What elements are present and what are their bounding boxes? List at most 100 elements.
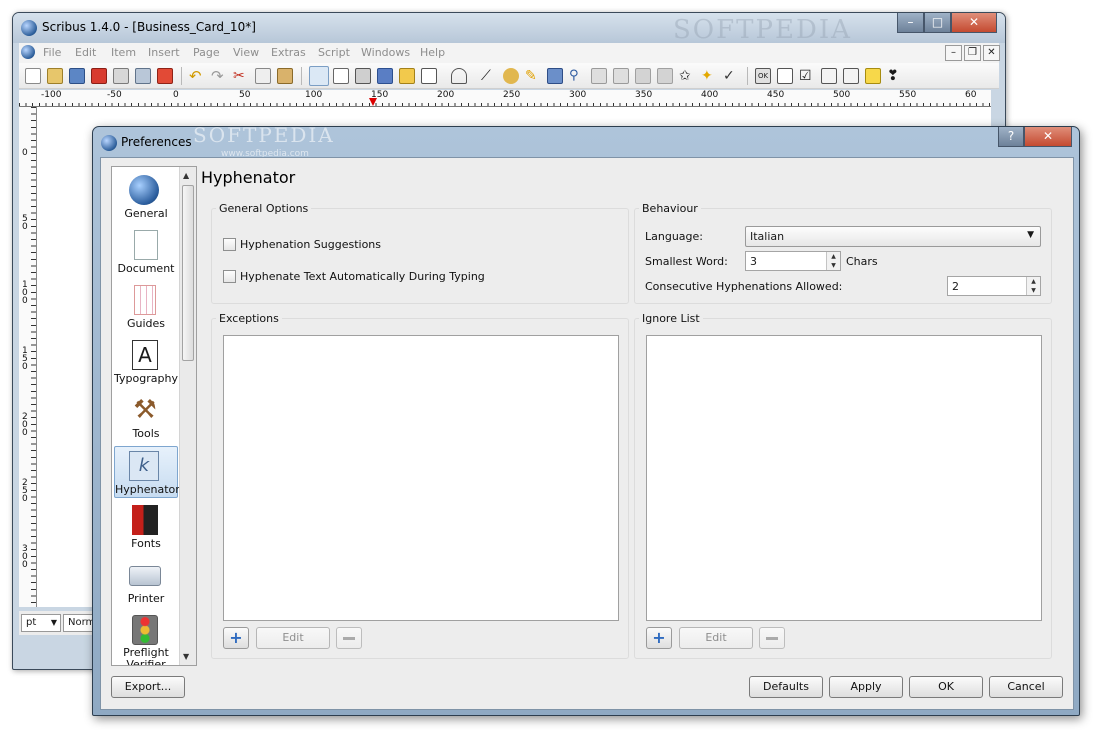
globe-icon [129,175,159,205]
close-button[interactable]: ✕ [951,13,997,33]
link-frames-icon[interactable] [635,68,651,84]
menu-page[interactable]: Page [193,46,220,59]
open-icon[interactable] [47,68,63,84]
menu-edit[interactable]: Edit [75,46,96,59]
rotate-icon[interactable] [547,68,563,84]
text-frame-icon[interactable] [333,68,349,84]
edit-contents-icon[interactable] [591,68,607,84]
copy-properties-icon[interactable]: ✦ [701,68,717,84]
undo-icon[interactable]: ↶ [189,68,205,84]
table-icon[interactable] [399,68,415,84]
polygon-icon[interactable] [451,68,467,84]
ruler-position-marker [369,98,377,106]
apply-button[interactable]: Apply [829,676,903,698]
image-frame-icon[interactable] [355,68,371,84]
edit-ignore-button[interactable]: Edit [679,627,753,649]
sidebar-scrollbar[interactable]: ▲ ▼ [179,167,196,665]
dialog-close-button[interactable]: ✕ [1024,127,1072,147]
maximize-button[interactable]: □ [924,13,951,33]
mdi-close-button[interactable]: ✕ [983,45,1000,61]
main-window-title: Scribus 1.4.0 - [Business_Card_10*] [42,20,256,34]
help-button[interactable]: ? [998,127,1024,147]
mdi-minimize-button[interactable]: – [945,45,962,61]
menu-help[interactable]: Help [420,46,445,59]
add-ignore-button[interactable]: + [646,627,672,649]
zoom-icon[interactable]: ⚲ [569,68,585,84]
ignore-list[interactable] [646,335,1042,621]
horizontal-ruler: -100 -50 0 50 100 150 200 250 300 350 40… [19,90,991,107]
preflight-icon[interactable] [135,68,151,84]
consecutive-hyphenations-spinbox[interactable]: 2 ▲ ▼ [947,276,1041,296]
edit-exception-button[interactable]: Edit [256,627,330,649]
menu-windows[interactable]: Windows [361,46,410,59]
remove-exception-button[interactable] [336,627,362,649]
menu-view[interactable]: View [233,46,259,59]
sidebar-item-tools[interactable]: ⚒ Tools [114,391,178,443]
print-icon[interactable] [113,68,129,84]
spin-arrows-icon[interactable]: ▲ ▼ [1026,277,1040,295]
sidebar-item-hyphenator[interactable]: k Hyphenator [114,446,180,498]
minimize-button[interactable]: – [897,13,924,33]
sidebar-item-general[interactable]: General [114,171,178,223]
pdf-checkbox-icon[interactable]: ☑ [799,68,815,84]
paste-icon[interactable] [277,68,293,84]
smallest-word-spinbox[interactable]: 3 ▲ ▼ [745,251,841,271]
remove-ignore-button[interactable] [759,627,785,649]
exceptions-list[interactable] [223,335,619,621]
menu-file[interactable]: File [43,46,61,59]
spin-arrows-icon[interactable]: ▲ ▼ [826,252,840,270]
sidebar-scrollbar-thumb[interactable] [182,185,194,361]
scribus-app-icon [21,20,37,36]
defaults-button[interactable]: Defaults [749,676,823,698]
pdf-listbox-icon[interactable] [843,68,859,84]
sidebar-item-preflight-verifier[interactable]: Preflight Verifier [114,611,178,665]
new-document-icon[interactable] [25,68,41,84]
menu-insert[interactable]: Insert [148,46,180,59]
render-frame-icon[interactable] [377,68,393,84]
sidebar-item-printer[interactable]: Printer [114,556,178,608]
unit-select[interactable]: pt ▼ [21,614,61,632]
pdf-combobox-icon[interactable] [821,68,837,84]
add-exception-button[interactable]: + [223,627,249,649]
ok-button[interactable]: OK [909,676,983,698]
shape-icon[interactable] [421,68,437,84]
export-button[interactable]: Export... [111,676,185,698]
link-annotation-icon[interactable]: ❣ [887,68,903,84]
copy-icon[interactable] [255,68,271,84]
language-select[interactable]: Italian ▼ [745,226,1041,247]
pdf-textfield-icon[interactable] [777,68,793,84]
sidebar-item-guides[interactable]: Guides [114,281,178,333]
sidebar-item-document[interactable]: Document [114,226,178,278]
freehand-icon[interactable]: ✎ [525,68,541,84]
line-icon[interactable]: ⟋ [481,68,497,84]
dialog-watermark: SOFTPEDIA [193,123,335,147]
document-window-icon[interactable] [21,45,35,59]
text-annotation-icon[interactable] [865,68,881,84]
close-document-icon[interactable] [91,68,107,84]
menu-bar: File Edit Item Insert Page View Extras S… [19,43,1000,63]
chars-unit-label: Chars [846,255,878,268]
hyphenator-icon: k [129,451,159,481]
export-pdf-icon[interactable] [157,68,173,84]
hyphenation-suggestions-checkbox[interactable] [223,238,236,251]
save-icon[interactable] [69,68,85,84]
sidebar-item-fonts[interactable]: Fonts [114,501,178,553]
eyedropper-icon[interactable]: ✓ [723,68,739,84]
mdi-restore-button[interactable]: ❐ [964,45,981,61]
menu-script[interactable]: Script [318,46,350,59]
pdf-button-icon[interactable]: OK [755,68,771,84]
menu-extras[interactable]: Extras [271,46,306,59]
sidebar-item-typography[interactable]: A Typography [114,336,178,388]
hyphenate-automatically-checkbox[interactable] [223,270,236,283]
cut-icon[interactable]: ✂ [233,68,249,84]
unlink-frames-icon[interactable] [657,68,673,84]
redo-icon[interactable]: ↷ [211,68,227,84]
cancel-button[interactable]: Cancel [989,676,1063,698]
measure-icon[interactable]: ✩ [679,68,695,84]
bezier-icon[interactable] [503,68,519,84]
typography-icon: A [132,340,158,370]
menu-item[interactable]: Item [111,46,136,59]
hyphenate-automatically-label: Hyphenate Text Automatically During Typi… [240,270,485,283]
edit-text-icon[interactable] [613,68,629,84]
select-tool-icon[interactable] [309,66,329,86]
